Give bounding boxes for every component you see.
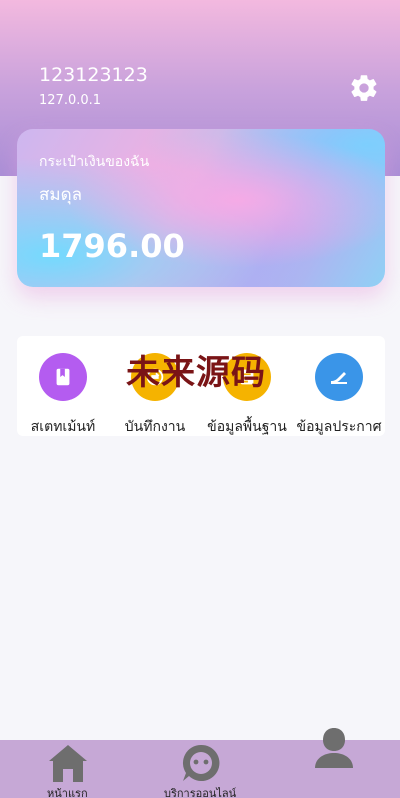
tab-home[interactable]: หน้าแรก (40, 740, 96, 798)
menu-item-label: บันทึกงาน (124, 419, 186, 435)
menu-item-label: ข้อมูลพื้นฐาน (207, 419, 287, 435)
bookmark-icon (39, 353, 87, 401)
user-icon (315, 728, 353, 768)
bottom-tabbar: หน้าแรก บริการออนไลน์ (0, 728, 400, 798)
username: 123123123 (39, 64, 148, 86)
tab-online-service-label: บริการออนไลน์ (164, 787, 237, 798)
balance-amount: 1796.00 (39, 227, 185, 265)
ip-address: 127.0.0.1 (39, 93, 102, 108)
chat-icon (182, 744, 220, 781)
home-icon (49, 745, 87, 782)
menu-item-announcement[interactable]: ข้อมูลประกาศ (293, 336, 385, 436)
menu-item-label: สเตทเม้นท์ (30, 419, 96, 435)
menu-item-statement[interactable]: สเตทเม้นท์ (17, 336, 109, 436)
watermark: 未来源码 (126, 353, 266, 393)
balance-label: สมดุล (39, 185, 83, 205)
menu-item-label: ข้อมูลประกาศ (296, 419, 382, 435)
wallet-title: กระเป๋าเงินของฉัน (39, 154, 150, 170)
settings-gear-icon[interactable] (348, 72, 380, 104)
wallet-card[interactable]: กระเป๋าเงินของฉัน สมดุล 1796.00 (17, 129, 385, 287)
tab-home-label: หน้าแรก (47, 787, 88, 798)
tab-online-service[interactable]: บริการออนไลน์ (160, 740, 244, 798)
notice-icon (315, 353, 363, 401)
tab-profile[interactable] (306, 728, 362, 798)
